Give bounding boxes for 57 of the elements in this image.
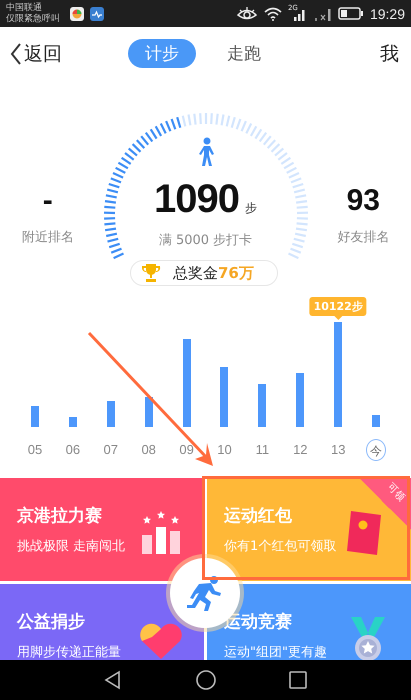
tab[interactable]: 走跑	[210, 39, 278, 68]
day-label: 10	[217, 441, 232, 459]
eye-icon	[236, 6, 258, 20]
carrier-name: 中国联通	[6, 2, 43, 14]
chart-bar[interactable]	[106, 401, 115, 427]
card-title: 公益捐步	[17, 611, 86, 633]
chart-bar[interactable]	[182, 339, 191, 427]
day-label: 09	[179, 441, 194, 459]
wifi-icon	[264, 6, 282, 20]
chart-bar[interactable]	[296, 373, 304, 427]
friend-rank: 93	[346, 186, 380, 216]
day-label: 08	[141, 441, 156, 459]
battery-icon	[338, 7, 364, 20]
prize-badge[interactable]: 总奖金76万	[130, 260, 278, 286]
chart-bar[interactable]	[258, 384, 266, 427]
step-count: 1090	[154, 179, 239, 219]
back-icon	[10, 42, 22, 66]
card-subtitle: 你有1个红包可领取	[224, 539, 338, 555]
feature-card[interactable]: 京港拉力赛 挑战极限 走南闯北	[0, 478, 204, 581]
app-icon	[90, 6, 104, 20]
day-label: 11	[256, 441, 270, 459]
no-signal-icon	[314, 6, 332, 20]
chart-bar[interactable]	[372, 415, 380, 427]
status-time: 19:29	[370, 6, 405, 22]
nearby-rank: -	[42, 186, 53, 216]
day-label: 07	[104, 441, 118, 459]
day-label: 12	[293, 441, 308, 459]
card-subtitle: 用脚步传递正能量	[17, 645, 122, 660]
today-button[interactable]: 今	[366, 439, 386, 461]
app-icon	[70, 6, 84, 20]
rank-label: 好友排名	[337, 229, 390, 246]
step-goal: 满 5000 步打卡	[158, 232, 252, 249]
trophy-icon	[141, 263, 161, 283]
card-title: 运动红包	[224, 505, 293, 527]
chart-bar[interactable]	[68, 417, 77, 427]
chart-bar[interactable]	[220, 367, 228, 427]
step-unit: 步	[244, 200, 257, 217]
recent-apps-icon[interactable]	[286, 669, 308, 691]
profile-button[interactable]: 我	[380, 40, 399, 66]
card-subtitle: 挑战极限 走南闯北	[17, 539, 126, 555]
chart-bar[interactable]	[30, 406, 39, 427]
rank-label: 附近排名	[22, 229, 74, 246]
feature-card[interactable]: 公益捐步 用脚步传递正能量	[0, 584, 204, 660]
card-subtitle: 运动"组团"更有趣	[224, 645, 328, 660]
day-label: 05	[28, 441, 42, 459]
day-label: 13	[330, 441, 346, 459]
chart-bar[interactable]	[334, 322, 342, 427]
tab[interactable]: 计步	[128, 39, 196, 68]
prize-total: 总奖金76万	[173, 264, 254, 282]
carrier-note: 仅限紧急呼叫	[6, 14, 60, 24]
day-label: 06	[66, 441, 80, 459]
feature-card[interactable]: 运动红包 你有1个红包可领取 可领	[207, 478, 411, 581]
ribbon-label: 可领	[384, 480, 408, 505]
home-nav-icon[interactable]	[194, 669, 216, 691]
chart-bar[interactable]	[144, 397, 153, 427]
card-title: 京港拉力赛	[17, 505, 103, 527]
back-button[interactable]: 返回	[10, 40, 62, 66]
